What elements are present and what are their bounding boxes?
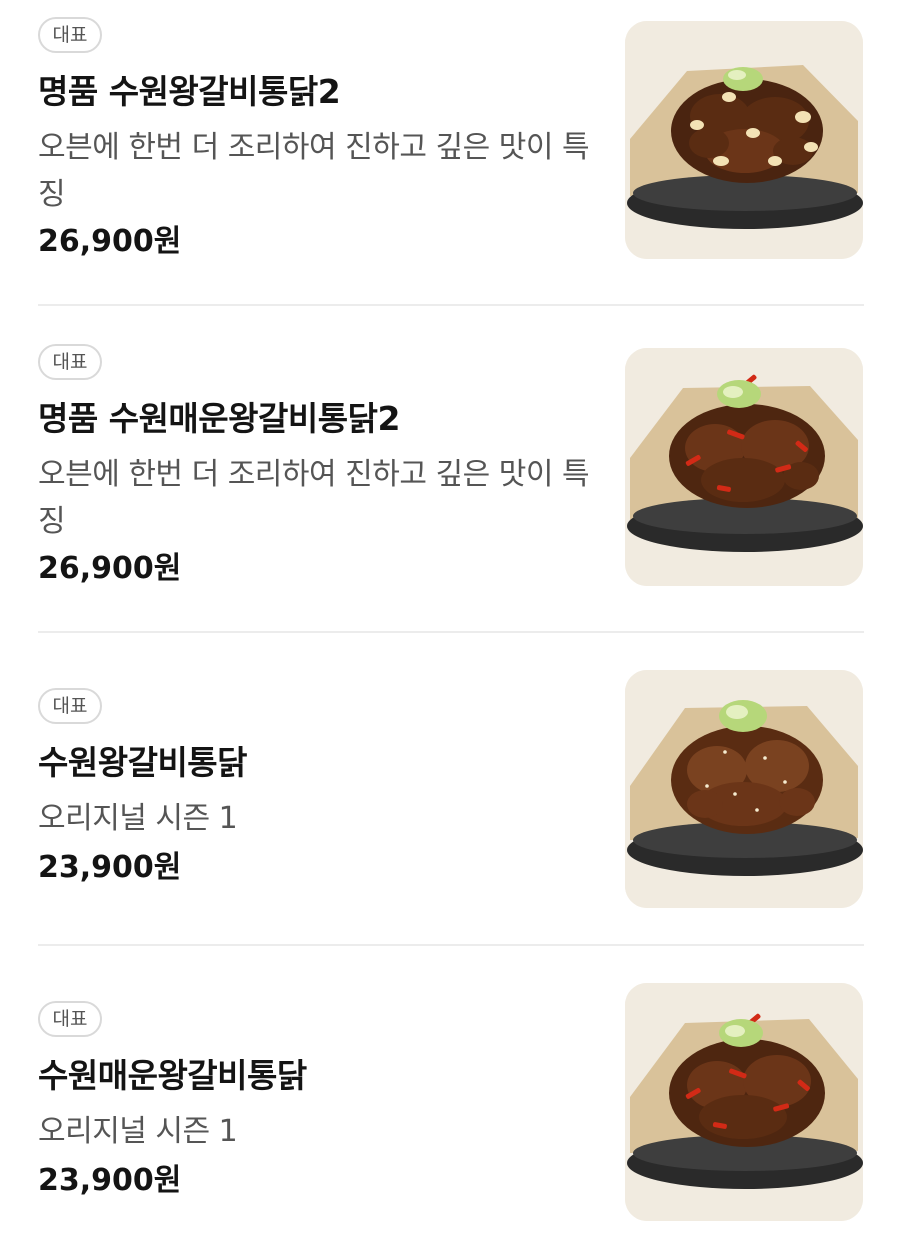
menu-item-4[interactable]: 대표 수원매운왕갈비통닭 오리지널 시즌 1 23,900원 <box>38 967 864 1246</box>
menu-item-name: 수원매운왕갈비통닭 <box>38 1056 307 1095</box>
menu-item-photo <box>625 670 863 908</box>
menu-item-price: 26,900원 <box>38 551 182 586</box>
menu-item-name: 명품 수원왕갈비통닭2 <box>38 72 341 111</box>
menu-item-description: 오븐에 한번 더 조리하여 진하고 깊은 맛이 특징 <box>38 457 590 539</box>
menu-item-name: 수원왕갈비통닭 <box>38 743 248 782</box>
menu-item-name: 명품 수원매운왕갈비통닭2 <box>38 399 400 438</box>
menu-item-description: 오븐에 한번 더 조리하여 진하고 깊은 맛이 특징 <box>38 130 590 212</box>
menu-item-photo <box>625 983 863 1221</box>
representative-badge: 대표 <box>38 688 102 724</box>
divider <box>38 304 864 306</box>
menu-item-price: 23,900원 <box>38 850 182 885</box>
menu-item-3[interactable]: 대표 수원왕갈비통닭 오리지널 시즌 1 23,900원 <box>38 654 864 944</box>
menu-item-photo <box>625 348 863 586</box>
menu-list: 대표 명품 수원왕갈비통닭2 오븐에 한번 더 조리하여 진하고 깊은 맛이 특… <box>0 0 900 1246</box>
menu-item-2[interactable]: 대표 명품 수원매운왕갈비통닭2 오븐에 한번 더 조리하여 진하고 깊은 맛이… <box>38 327 864 632</box>
menu-item-photo <box>625 21 863 259</box>
menu-item-price: 23,900원 <box>38 1163 182 1198</box>
divider <box>38 631 864 633</box>
menu-item-price: 26,900원 <box>38 224 182 259</box>
menu-item-1[interactable]: 대표 명품 수원왕갈비통닭2 오븐에 한번 더 조리하여 진하고 깊은 맛이 특… <box>38 0 864 305</box>
representative-badge: 대표 <box>38 1001 102 1037</box>
menu-item-description: 오리지널 시즌 1 <box>38 1114 238 1149</box>
representative-badge: 대표 <box>38 344 102 380</box>
divider <box>38 944 864 946</box>
menu-item-description: 오리지널 시즌 1 <box>38 801 238 836</box>
representative-badge: 대표 <box>38 17 102 53</box>
